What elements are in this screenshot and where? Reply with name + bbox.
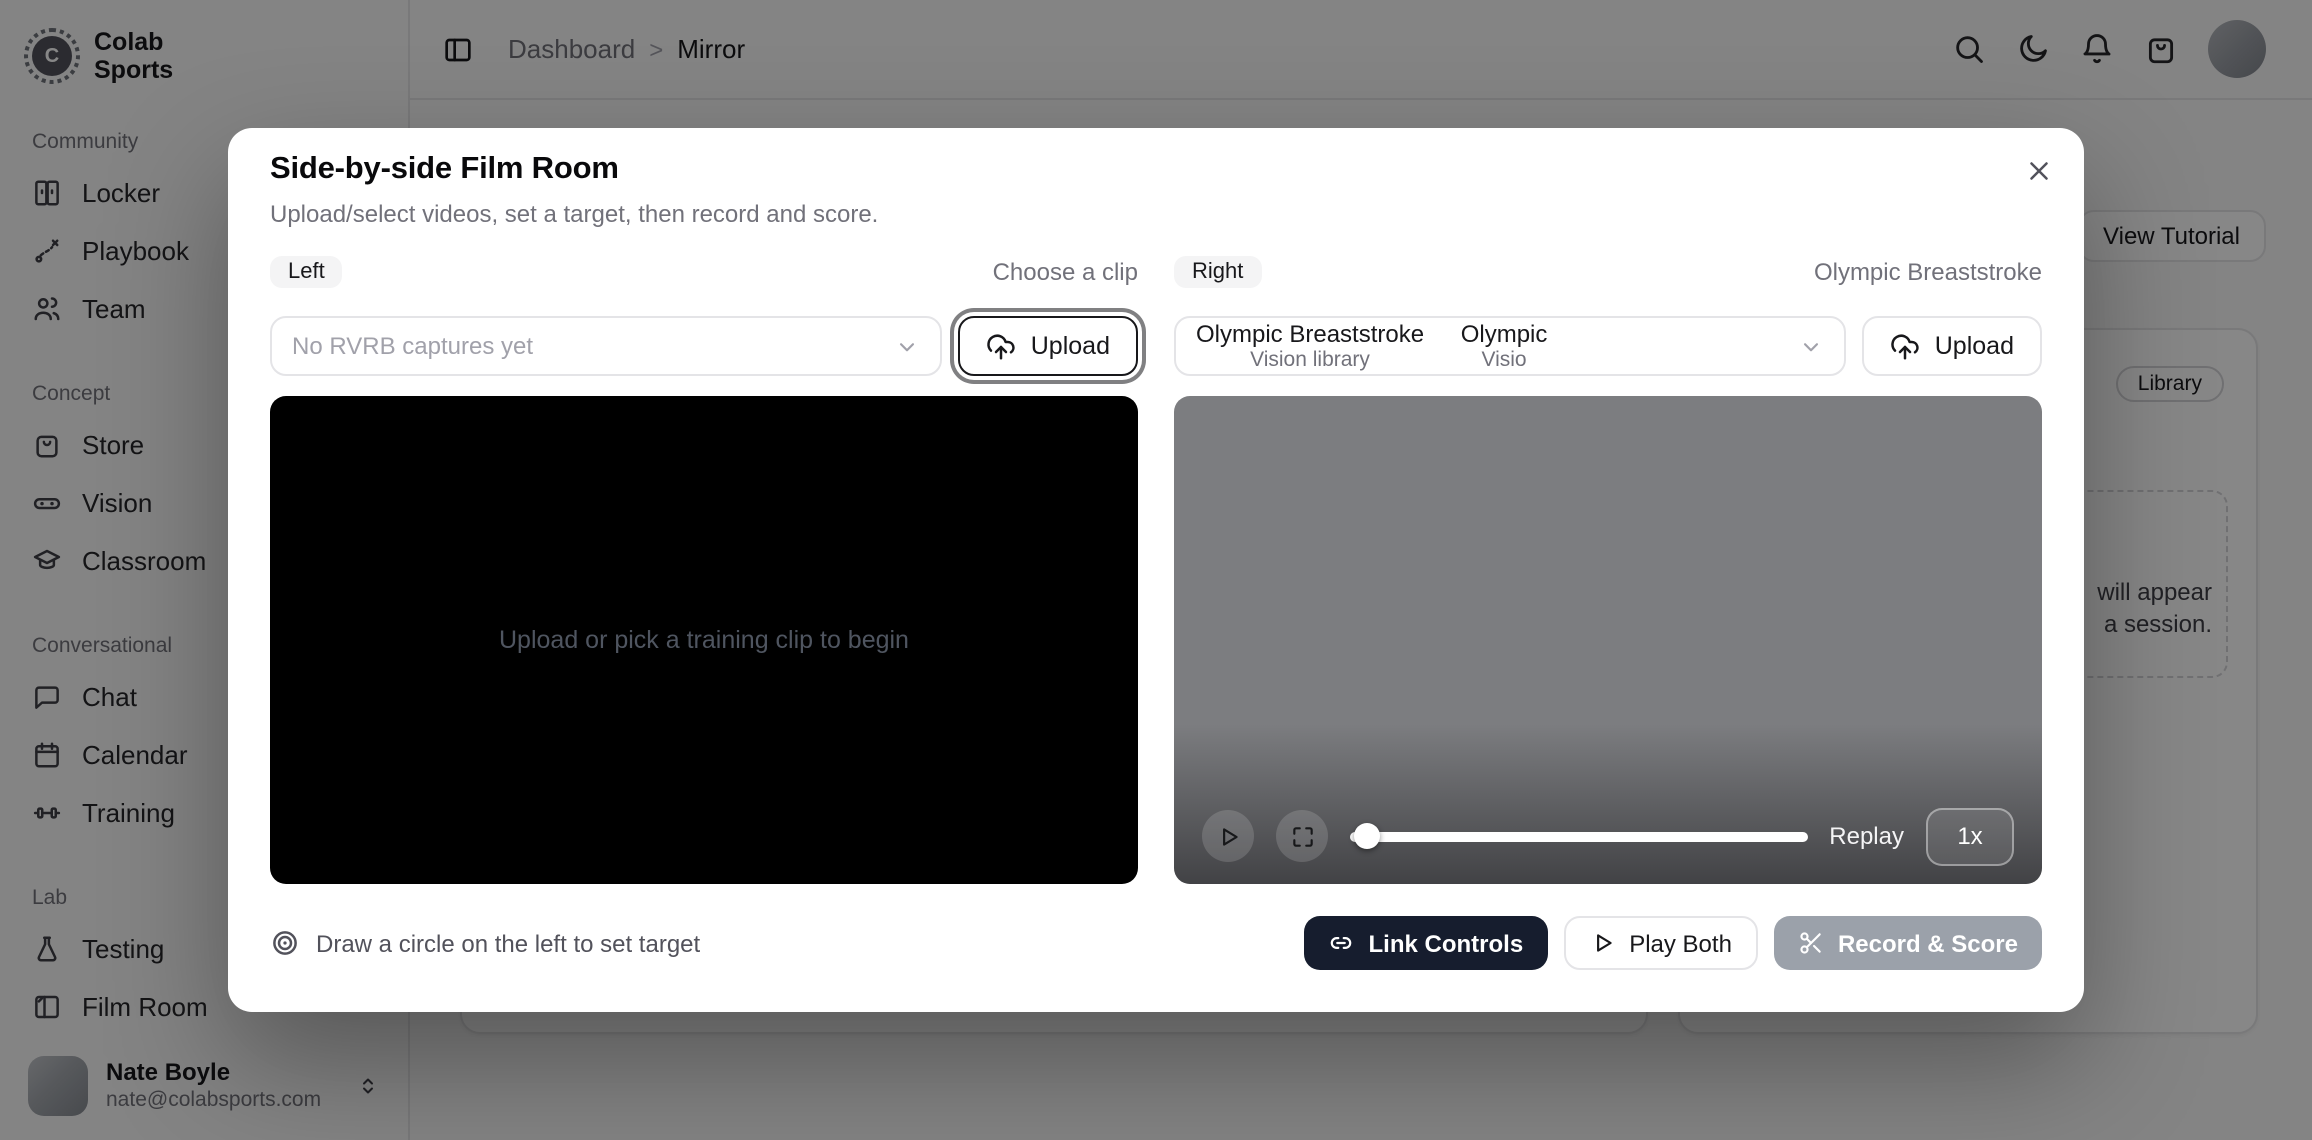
play-button[interactable]	[1202, 810, 1254, 862]
target-hint: Draw a circle on the left to set target	[270, 928, 700, 958]
next-option-clipped: Olympic Visio	[1456, 319, 1552, 373]
right-clip-name: Olympic Breaststroke	[1814, 258, 2042, 286]
left-column-header: Left Choose a clip	[270, 254, 1138, 290]
play-icon	[1589, 930, 1615, 956]
left-video-placeholder: Upload or pick a training clip to begin	[499, 626, 909, 654]
selected-option: Olympic Breaststroke Vision library	[1196, 319, 1424, 373]
left-column: Left Choose a clip No RVRB captures yet …	[270, 254, 1138, 884]
record-score-label: Record & Score	[1838, 929, 2018, 957]
seek-slider[interactable]	[1350, 822, 1807, 850]
left-video-area[interactable]: Upload or pick a training clip to begin	[270, 396, 1138, 884]
left-select-row: No RVRB captures yet Upload	[270, 316, 1138, 376]
seek-thumb[interactable]	[1354, 823, 1380, 849]
record-score-button[interactable]: Record & Score	[1774, 916, 2042, 970]
right-clip-select[interactable]: Olympic Breaststroke Vision library Olym…	[1174, 316, 1847, 376]
target-hint-text: Draw a circle on the left to set target	[316, 929, 700, 957]
close-icon[interactable]	[2020, 152, 2056, 188]
playback-speed-button[interactable]: 1x	[1926, 807, 2014, 865]
option-subtitle: Vision library	[1250, 348, 1370, 373]
link-controls-button[interactable]: Link Controls	[1305, 916, 1548, 970]
link-icon	[1329, 930, 1355, 956]
option-title: Olympic Breaststroke	[1196, 319, 1424, 348]
right-video-area[interactable]: Replay 1x	[1174, 396, 2042, 884]
right-column: Right Olympic Breaststroke Olympic Breas…	[1174, 254, 2042, 884]
upload-label: Upload	[1935, 332, 2014, 360]
cloud-upload-icon	[1891, 331, 1921, 361]
seek-track	[1350, 831, 1807, 841]
right-upload-button[interactable]: Upload	[1863, 316, 2042, 376]
fullscreen-button[interactable]	[1276, 810, 1328, 862]
scissors-icon	[1798, 930, 1824, 956]
modal-subtitle: Upload/select videos, set a target, then…	[270, 200, 2042, 228]
chevron-down-icon	[1799, 333, 1825, 359]
right-column-header: Right Olympic Breaststroke	[1174, 254, 2042, 290]
play-both-label: Play Both	[1629, 929, 1732, 957]
target-icon	[270, 928, 300, 958]
right-badge: Right	[1174, 256, 1261, 288]
right-select-options: Olympic Breaststroke Vision library Olym…	[1196, 319, 1799, 373]
link-controls-label: Link Controls	[1369, 929, 1524, 957]
chevron-down-icon	[895, 333, 921, 359]
choose-clip-hint: Choose a clip	[993, 258, 1138, 286]
left-badge: Left	[270, 256, 343, 288]
modal-actions: Link Controls Play Both Record & Score	[1305, 916, 2043, 970]
option-title: Olympic	[1461, 319, 1548, 348]
left-upload-button[interactable]: Upload	[959, 316, 1138, 376]
replay-button[interactable]: Replay	[1829, 822, 1904, 850]
modal-title: Side-by-side Film Room	[270, 152, 2042, 188]
app: C Colab Sports Community Locker Playbook…	[0, 0, 2312, 1140]
video-columns: Left Choose a clip No RVRB captures yet …	[270, 254, 2042, 884]
cloud-upload-icon	[987, 331, 1017, 361]
left-clip-select[interactable]: No RVRB captures yet	[270, 316, 943, 376]
play-both-button[interactable]: Play Both	[1563, 916, 1758, 970]
film-room-modal: Side-by-side Film Room Upload/select vid…	[228, 128, 2084, 1012]
option-subtitle: Visio	[1481, 348, 1526, 373]
upload-label: Upload	[1031, 332, 1110, 360]
left-select-placeholder: No RVRB captures yet	[292, 332, 533, 360]
right-select-row: Olympic Breaststroke Vision library Olym…	[1174, 316, 2042, 376]
video-controls: Replay 1x	[1174, 788, 2042, 884]
modal-footer: Draw a circle on the left to set target …	[270, 916, 2042, 970]
